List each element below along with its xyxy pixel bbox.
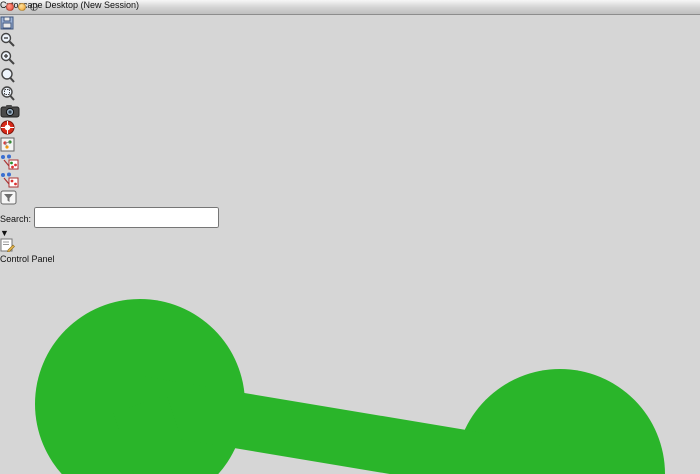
snapshot-camera-icon[interactable] xyxy=(0,104,26,120)
apply-layout-b-icon[interactable] xyxy=(0,172,25,190)
zoom-to-fit-icon[interactable] xyxy=(0,86,22,104)
control-panel-tabs: Network Mosaic ► xyxy=(0,264,700,474)
zoom-selected-region-icon[interactable] xyxy=(0,68,22,86)
search-options-icon[interactable] xyxy=(0,238,26,254)
view-close-icon[interactable] xyxy=(6,3,14,11)
tab-network[interactable]: Network xyxy=(0,264,700,474)
network-tab-icon xyxy=(0,264,700,474)
help-lifering-icon[interactable] xyxy=(0,120,24,137)
zoom-in-icon[interactable] xyxy=(0,50,22,68)
search-label: Search: xyxy=(0,214,31,224)
save-session-icon[interactable] xyxy=(0,16,24,32)
apply-layout-a-icon[interactable] xyxy=(0,154,25,172)
control-panel-header: Control Panel xyxy=(0,254,700,264)
search-dropdown-button[interactable]: ▼ xyxy=(0,228,700,238)
create-network-view-icon[interactable] xyxy=(0,137,22,154)
app-title-bar: Cytoscape Desktop (New Session) xyxy=(0,0,700,15)
view-minimize-icon[interactable] xyxy=(18,3,26,11)
cytoscape-app-window: Cytoscape Desktop (New Session) xyxy=(0,0,700,474)
view-zoom-icon[interactable] xyxy=(30,3,38,11)
filters-icon[interactable] xyxy=(0,190,24,207)
app-title: Cytoscape Desktop (New Session) xyxy=(0,0,700,10)
search-input[interactable] xyxy=(34,207,219,228)
control-panel-title: Control Panel xyxy=(0,254,55,264)
control-panel: Control Panel Network Mosaic ► Node colo… xyxy=(0,254,700,474)
main-toolbar: Search: ▼ xyxy=(0,0,700,254)
zoom-out-icon[interactable] xyxy=(0,32,22,50)
